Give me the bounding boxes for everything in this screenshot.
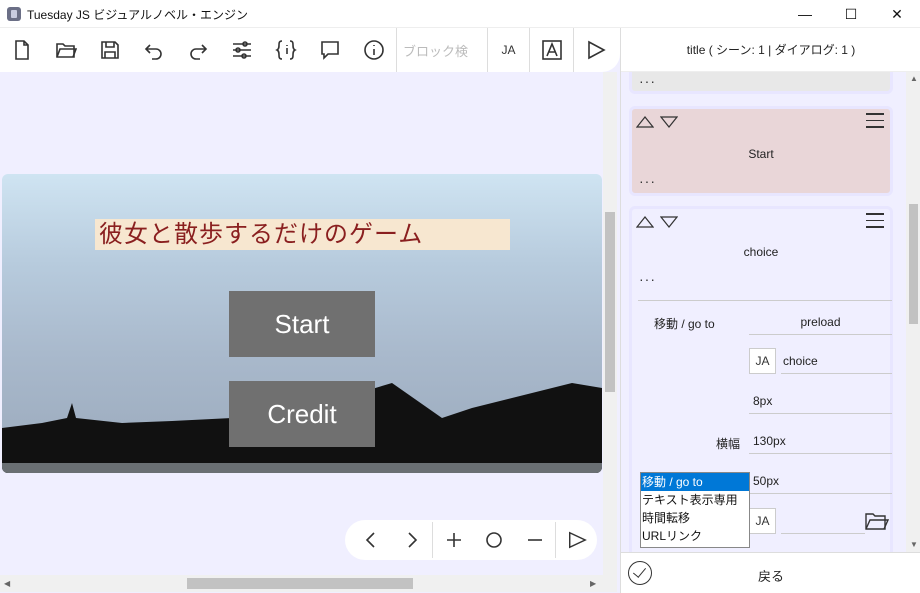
credit-button[interactable]: Credit [229, 381, 375, 447]
prev-button[interactable] [351, 520, 392, 560]
close-button[interactable]: ✕ [874, 0, 920, 28]
card-label: choice [743, 245, 779, 259]
panel-header: title ( シーン: 1 | ダイアログ: 1 ) [621, 28, 920, 72]
volume-input[interactable] [781, 508, 865, 534]
dialog-card[interactable]: ··· [629, 72, 893, 94]
more-icon[interactable]: ··· [639, 271, 656, 287]
play-icon [568, 531, 587, 549]
undo-button[interactable] [132, 28, 176, 72]
back-button[interactable]: 戻る [741, 566, 801, 585]
dialog-card-choice[interactable]: choice ··· 移動 / go to preload 移動 / go to… [629, 206, 893, 552]
fontsize-input[interactable]: 8px [749, 388, 892, 414]
comment-button[interactable] [308, 28, 352, 72]
game-title: 彼女と散歩するだけのゲーム [95, 219, 510, 250]
goto-option[interactable]: URLリンク [641, 527, 749, 545]
redo-button[interactable] [176, 28, 220, 72]
card-list: ··· Start ··· choice ··· 移動 / go to prel… [621, 72, 906, 552]
next-button[interactable] [392, 520, 433, 560]
maximize-button[interactable]: ☐ [828, 0, 874, 28]
width-input[interactable]: 130px [749, 428, 892, 454]
folder-open-icon[interactable] [865, 511, 890, 536]
start-button[interactable]: Start [229, 291, 375, 357]
panel-vertical-scrollbar[interactable]: ▲ ▼ [906, 72, 920, 552]
font-button[interactable] [530, 28, 574, 72]
chevron-left-icon [366, 532, 375, 548]
goto-label: 移動 / go to [654, 317, 715, 331]
text-lang-button[interactable]: JA [749, 348, 776, 374]
scroll-right-icon[interactable]: ▶ [590, 579, 596, 588]
info-icon [364, 40, 384, 60]
settings-button[interactable] [220, 28, 264, 72]
title-bar: Tuesday JS ビジュアルノベル・エンジン — ☐ ✕ [0, 0, 920, 28]
menu-icon[interactable] [866, 113, 884, 129]
confirm-check-icon[interactable] [628, 561, 652, 585]
scrollbar-thumb[interactable] [909, 204, 918, 324]
menu-icon[interactable] [866, 213, 884, 229]
plus-icon [446, 533, 461, 547]
move-up-icon[interactable] [635, 215, 655, 233]
info-button[interactable] [352, 28, 396, 72]
editor-canvas: ブロック検 JA 彼女と散歩するだけのゲーム Start Credit ◀ ▶ [0, 28, 620, 593]
scroll-up-icon[interactable]: ▲ [910, 74, 918, 83]
redo-icon [190, 44, 208, 60]
preview-controls [345, 520, 597, 560]
minus-icon [527, 539, 542, 541]
comment-icon [321, 41, 339, 60]
width-label: 横幅 [716, 437, 741, 451]
goto-option[interactable]: 時間転移 [641, 509, 749, 527]
minimize-button[interactable]: — [782, 0, 828, 28]
scroll-down-icon[interactable]: ▼ [910, 540, 918, 549]
goto-option[interactable]: テキスト表示専用 [641, 491, 749, 509]
language-button[interactable]: JA [488, 28, 530, 72]
game-preview: 彼女と散歩するだけのゲーム Start Credit [2, 174, 602, 473]
chevron-right-icon [408, 532, 418, 548]
text-input[interactable]: choice [781, 348, 892, 374]
main-toolbar: ブロック検 JA [0, 28, 620, 72]
zoom-in-button[interactable] [433, 520, 474, 560]
move-down-icon[interactable] [659, 115, 679, 133]
move-up-icon[interactable] [635, 115, 655, 133]
play-button[interactable] [574, 28, 618, 72]
goto-select[interactable]: 移動 / go to テキスト表示専用 時間転移 URLリンク [640, 472, 750, 548]
app-icon [7, 7, 21, 21]
braces-icon [275, 40, 297, 60]
save-icon [101, 41, 119, 59]
new-file-icon [15, 40, 29, 60]
scroll-left-icon[interactable]: ◀ [4, 579, 10, 588]
sliders-icon [233, 41, 251, 59]
block-search-input[interactable]: ブロック検 [396, 28, 488, 72]
window-title: Tuesday JS ビジュアルノベル・エンジン [27, 8, 249, 22]
new-file-button[interactable] [0, 28, 44, 72]
preview-play-button[interactable] [556, 520, 597, 560]
height-input[interactable]: 50px [749, 468, 892, 494]
divider [638, 300, 892, 301]
card-label: Start [748, 147, 774, 161]
more-icon[interactable]: ··· [639, 73, 656, 89]
circle-icon [486, 532, 503, 548]
goto-option[interactable]: 移動 / go to [641, 473, 749, 491]
canvas-vertical-scrollbar[interactable] [603, 72, 617, 592]
open-folder-button[interactable] [44, 28, 88, 72]
font-icon [541, 40, 562, 60]
undo-icon [144, 44, 162, 60]
scrollbar-thumb[interactable] [605, 212, 615, 392]
folder-open-icon [56, 43, 77, 58]
more-icon[interactable]: ··· [639, 173, 656, 189]
preload-label: preload [749, 309, 892, 335]
scrollbar-thumb[interactable] [187, 578, 413, 589]
move-down-icon[interactable] [659, 215, 679, 233]
dialog-panel: title ( シーン: 1 | ダイアログ: 1 ) ··· Start ··… [620, 28, 920, 593]
reset-zoom-button[interactable] [474, 520, 515, 560]
volume-lang-button[interactable]: JA [749, 508, 776, 534]
canvas-horizontal-scrollbar[interactable]: ◀ ▶ [0, 575, 603, 592]
panel-footer: 戻る [621, 552, 920, 593]
json-button[interactable] [264, 28, 308, 72]
zoom-out-button[interactable] [515, 520, 556, 560]
play-icon [588, 40, 606, 60]
save-button[interactable] [88, 28, 132, 72]
dialog-card-start[interactable]: Start ··· [629, 106, 893, 196]
